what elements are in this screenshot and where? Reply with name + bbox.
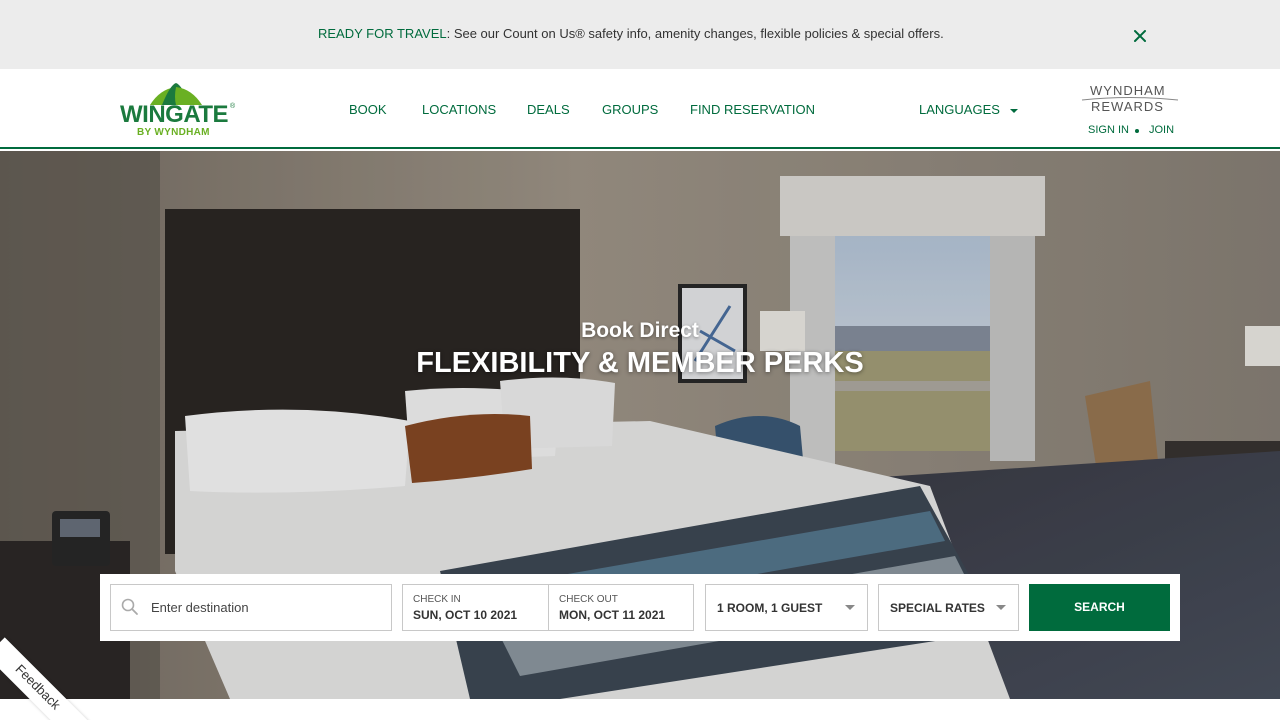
date-picker: CHECK IN SUN, OCT 10 2021 CHECK OUT MON,… (402, 584, 694, 631)
rooms-guests-value: 1 ROOM, 1 GUEST (717, 601, 823, 615)
separator-dot (1135, 129, 1139, 133)
close-icon[interactable] (1130, 26, 1150, 46)
logo-subtitle: BY WYNDHAM (137, 127, 210, 138)
check-in-label: CHECK IN (413, 594, 461, 605)
join-link[interactable]: JOIN (1149, 124, 1174, 136)
rewards-line2: REWARDS (1091, 99, 1164, 114)
chevron-down-icon (996, 605, 1006, 610)
nav-locations[interactable]: LOCATIONS (422, 102, 496, 117)
alert-body: : See our Count on Us® safety info, amen… (446, 26, 944, 41)
wingate-logo[interactable]: WINGATE ® BY WYNDHAM (120, 81, 240, 139)
site-header: WINGATE ® BY WYNDHAM BOOK LOCATIONS DEAL… (0, 69, 1280, 149)
alert-message: READY FOR TRAVEL: See our Count on Us® s… (318, 26, 944, 41)
check-in-field[interactable]: CHECK IN SUN, OCT 10 2021 (403, 585, 548, 630)
destination-input[interactable]: Enter destination (110, 584, 392, 631)
search-icon (121, 598, 139, 621)
check-in-value: SUN, OCT 10 2021 (413, 608, 518, 622)
chevron-down-icon (845, 605, 855, 610)
sign-in-link[interactable]: SIGN IN (1088, 124, 1129, 136)
booking-widget: Enter destination CHECK IN SUN, OCT 10 2… (100, 574, 1180, 641)
nav-groups[interactable]: GROUPS (602, 102, 658, 117)
chevron-down-icon (1009, 108, 1018, 113)
languages-dropdown[interactable]: LANGUAGES (919, 102, 1018, 117)
nav-find-reservation[interactable]: FIND RESERVATION (690, 102, 815, 117)
special-rates-value: SPECIAL RATES (890, 601, 985, 615)
special-rates-select[interactable]: SPECIAL RATES (878, 584, 1019, 631)
check-out-value: MON, OCT 11 2021 (559, 608, 666, 622)
wyndham-rewards-logo[interactable]: WYNDHAM REWARDS (1080, 81, 1180, 117)
rewards-line1: WYNDHAM (1090, 83, 1166, 98)
languages-label: LANGUAGES (919, 102, 1000, 117)
check-out-label: CHECK OUT (559, 594, 618, 605)
search-button[interactable]: SEARCH (1029, 584, 1170, 631)
logo-wordmark: WINGATE (120, 101, 229, 128)
hero-kicker: Book Direct (581, 319, 699, 342)
alert-bar: READY FOR TRAVEL: See our Count on Us® s… (0, 0, 1280, 69)
nav-deals[interactable]: DEALS (527, 102, 570, 117)
alert-lead[interactable]: READY FOR TRAVEL (318, 26, 447, 41)
check-out-field[interactable]: CHECK OUT MON, OCT 11 2021 (549, 585, 694, 630)
destination-placeholder: Enter destination (151, 600, 249, 615)
hero-title: FLEXIBILITY & MEMBER PERKS (416, 347, 864, 379)
rooms-guests-select[interactable]: 1 ROOM, 1 GUEST (705, 584, 868, 631)
nav-book[interactable]: BOOK (349, 102, 387, 117)
registered-mark: ® (230, 103, 236, 110)
